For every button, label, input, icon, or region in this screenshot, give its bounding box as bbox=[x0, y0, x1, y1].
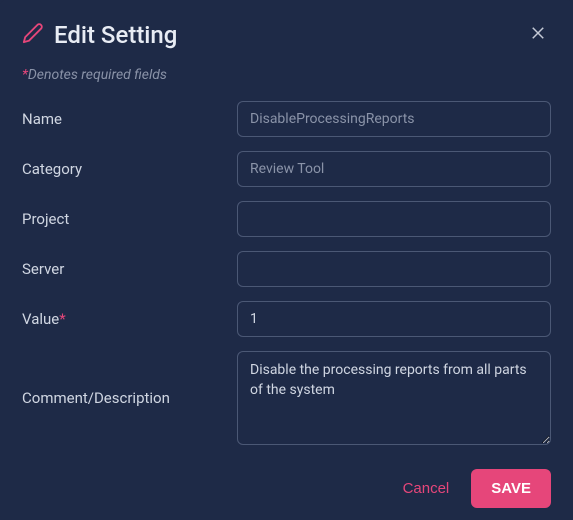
name-row: Name bbox=[22, 101, 551, 137]
comment-row: Comment/Description Disable the processi… bbox=[22, 351, 551, 445]
name-input bbox=[237, 101, 551, 137]
modal-title: Edit Setting bbox=[54, 21, 177, 49]
value-required-asterisk: * bbox=[59, 310, 65, 328]
cancel-button[interactable]: Cancel bbox=[399, 472, 454, 505]
close-icon bbox=[529, 24, 547, 45]
value-label-text: Value bbox=[22, 310, 59, 328]
category-row: Category bbox=[22, 151, 551, 187]
edit-setting-modal: Edit Setting *Denotes required fields Na… bbox=[0, 0, 573, 520]
edit-setting-form: Name Category Project Server Value* Comm… bbox=[22, 101, 551, 445]
server-row: Server bbox=[22, 251, 551, 287]
header-left: Edit Setting bbox=[22, 21, 177, 49]
modal-footer: Cancel SAVE bbox=[22, 469, 551, 508]
comment-textarea[interactable]: Disable the processing reports from all … bbox=[237, 351, 551, 445]
comment-label: Comment/Description bbox=[22, 389, 237, 407]
category-label: Category bbox=[22, 160, 237, 178]
value-input[interactable] bbox=[237, 301, 551, 337]
name-label: Name bbox=[22, 110, 237, 128]
project-row: Project bbox=[22, 201, 551, 237]
modal-header: Edit Setting bbox=[22, 20, 551, 49]
edit-icon bbox=[22, 22, 44, 48]
server-input[interactable] bbox=[237, 251, 551, 287]
save-button[interactable]: SAVE bbox=[471, 469, 551, 508]
category-input bbox=[237, 151, 551, 187]
required-note-text: Denotes required fields bbox=[28, 67, 167, 83]
required-fields-note: *Denotes required fields bbox=[22, 67, 551, 83]
project-label: Project bbox=[22, 210, 237, 228]
project-input[interactable] bbox=[237, 201, 551, 237]
server-label: Server bbox=[22, 260, 237, 278]
close-button[interactable] bbox=[525, 20, 551, 49]
value-row: Value* bbox=[22, 301, 551, 337]
value-label: Value* bbox=[22, 310, 237, 328]
